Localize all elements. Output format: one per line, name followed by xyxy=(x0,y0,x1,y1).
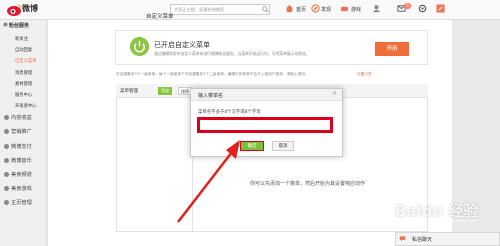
dialog-title: 输入菜单名 xyxy=(198,93,224,99)
close-icon[interactable]: × xyxy=(332,90,337,97)
nav-discover[interactable]: 发现 xyxy=(321,6,331,13)
sidebar-item-service-center[interactable]: 服务中心 xyxy=(15,92,32,98)
nav-home[interactable]: 首页 xyxy=(296,6,306,13)
music-icon xyxy=(4,158,9,163)
compose-icon[interactable] xyxy=(436,4,445,13)
settings-icon[interactable] xyxy=(418,4,427,13)
promotion-icon xyxy=(4,129,9,134)
page-title: 自定义菜单 xyxy=(146,14,174,20)
setup-guide-link[interactable]: 设置引导 xyxy=(357,72,372,77)
discover-icon xyxy=(311,4,320,13)
payment-icon xyxy=(4,144,9,149)
add-menu-button[interactable]: 添加 xyxy=(158,87,172,95)
private-chat-bar[interactable]: 私信聊天 xyxy=(395,232,500,246)
sidebar-section-label: 主页管理 xyxy=(11,200,32,206)
sidebar-section-label: 微博音乐 xyxy=(11,158,32,164)
cancel-button[interactable]: 取消 xyxy=(272,141,294,151)
search-input[interactable]: 大家正在搜：疫情护理就医 xyxy=(170,4,270,15)
disable-menu-button[interactable]: 停用 xyxy=(375,42,409,56)
sidebar-section-income[interactable]: 内容收益 xyxy=(4,114,32,121)
notice-title: 已开启自定义菜单 xyxy=(154,41,210,49)
sidebar-item-custom-menu[interactable]: 自定义菜单 xyxy=(15,58,36,64)
homepage-icon xyxy=(4,200,9,205)
messages-badge: 6 xyxy=(404,3,411,9)
menu-name-label: 菜单名不多于4个汉字或8个字母 xyxy=(198,110,261,115)
sidebar-section-payment[interactable]: 微博支付 xyxy=(4,143,32,150)
home-icon xyxy=(285,4,294,13)
sidebar-section-food-channel[interactable]: 美食频道 xyxy=(4,171,32,178)
fans-service-icon xyxy=(3,22,8,27)
game-icon xyxy=(340,6,349,12)
sidebar-section-label: 内容收益 xyxy=(11,115,32,121)
weibo-logo-text: 微博 xyxy=(22,4,38,13)
sidebar-section-label: 微博支付 xyxy=(11,144,32,150)
notice-description: 通过编辑和发布自定义菜单来进行微博粉丝服务，当菜单开始运行时，可将菜单展示给粉丝… xyxy=(154,51,310,56)
sidebar-section-food-game[interactable]: 美食游戏 xyxy=(4,185,32,192)
nav-game[interactable]: 游戏 xyxy=(351,6,361,13)
annotation-arrow-icon xyxy=(177,140,240,223)
sidebar-section-promotion[interactable]: 营销推广 xyxy=(4,128,32,135)
game-section-icon xyxy=(4,186,9,191)
sidebar-section-label: 美食频道 xyxy=(11,172,32,178)
sidebar-item-developer-center[interactable]: 开发者中心 xyxy=(15,103,36,109)
sidebar-item-new-follow[interactable]: 新关注 xyxy=(15,36,28,42)
search-icon[interactable] xyxy=(262,6,269,13)
sidebar-section-homepage[interactable]: 主页管理 xyxy=(4,199,32,206)
sidebar-section-title: 粉丝服务 xyxy=(9,23,30,29)
food-icon xyxy=(4,172,9,177)
income-icon xyxy=(4,115,9,120)
power-icon xyxy=(130,37,149,56)
sidebar-section-music[interactable]: 微博音乐 xyxy=(4,157,32,164)
user-icon[interactable] xyxy=(372,4,381,13)
menu-management-label: 菜单管理 xyxy=(120,89,138,94)
sidebar-section-label: 美食游戏 xyxy=(11,186,32,192)
menu-rules-hint: 可创建最多3个一级菜单，每个一级菜单下可创建最多5个二级菜单。编辑中的菜单不会马… xyxy=(116,72,309,76)
sidebar-item-material-mgmt[interactable]: 素材管理 xyxy=(15,81,32,87)
chat-icon xyxy=(399,236,406,242)
sidebar-item-auto-reply[interactable]: 自动回复 xyxy=(15,47,32,53)
baidu-watermark-url: jingyan.baidu.com xyxy=(440,218,477,223)
add-menu-hint: 你可以先添加一个菜单，然后开始为其设置响应动作 xyxy=(250,181,366,187)
sidebar-item-message-mgmt[interactable]: 消息管理 xyxy=(15,70,32,76)
sidebar-section-label: 营销推广 xyxy=(11,129,32,135)
